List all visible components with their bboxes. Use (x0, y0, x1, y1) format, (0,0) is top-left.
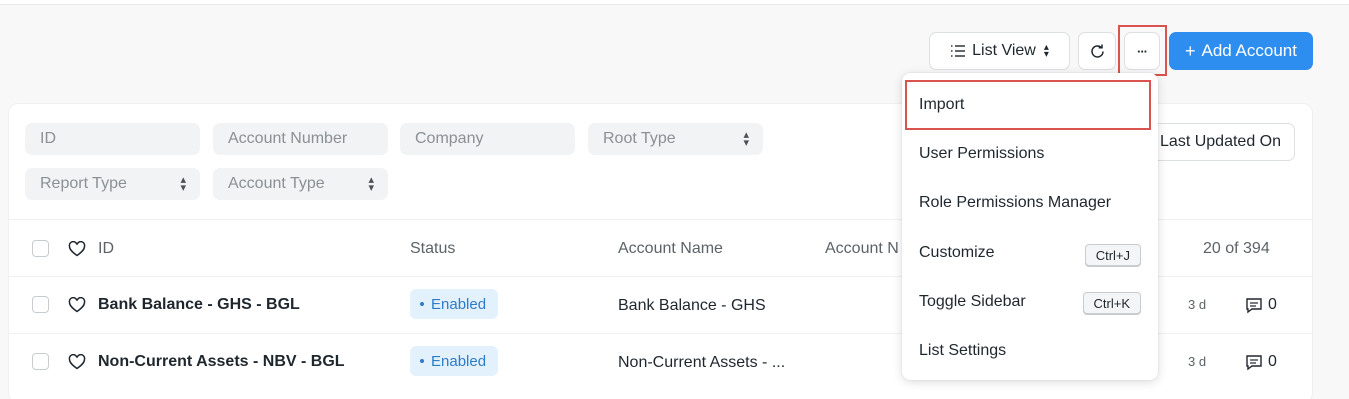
updown-icon: ▴ ▾ (368, 174, 374, 194)
heart-icon[interactable] (68, 241, 86, 257)
filter-id-placeholder: ID (40, 130, 56, 147)
shortcut-toggle-sidebar: Ctrl+K (1082, 292, 1141, 314)
row-checkbox[interactable] (32, 353, 49, 370)
filter-root-type[interactable]: Root Type ▴ ▾ (588, 123, 763, 155)
status-badge-label: Enabled (431, 352, 487, 370)
row-id-link[interactable]: Bank Balance - GHS - BGL (98, 296, 300, 314)
updown-icon: ▴ ▾ (180, 174, 186, 194)
filter-account-type-placeholder: Account Type (228, 175, 325, 192)
add-account-label: Add Account (1201, 41, 1297, 60)
updown-icon: ▴ ▾ (1043, 42, 1049, 60)
refresh-button[interactable] (1078, 32, 1116, 70)
row-id-link[interactable]: Non-Current Assets - NBV - BGL (98, 353, 345, 371)
sort-label: Last Updated On (1160, 133, 1281, 150)
status-badge-label: Enabled (431, 295, 487, 313)
list-icon (951, 45, 966, 57)
filter-report-type-placeholder: Report Type (40, 175, 127, 192)
header-id[interactable]: ID (98, 240, 114, 258)
heart-icon[interactable] (68, 354, 86, 370)
menu-item-customize[interactable]: Customize (919, 244, 995, 262)
highlight-more-button (1118, 25, 1167, 76)
menu-item-role-permissions-manager[interactable]: Role Permissions Manager (919, 194, 1111, 212)
menu-item-toggle-sidebar[interactable]: Toggle Sidebar (919, 293, 1026, 311)
filter-company[interactable]: Company (400, 123, 575, 155)
comment-icon (1246, 355, 1262, 371)
menu-item-list-settings[interactable]: List Settings (919, 342, 1006, 360)
filter-id[interactable]: ID (25, 123, 200, 155)
list-view-button[interactable]: List View ▴ ▾ (929, 32, 1070, 70)
row-modified: 3 d (1188, 297, 1207, 312)
highlight-import (905, 80, 1151, 130)
filter-account-number[interactable]: Account Number (213, 123, 388, 155)
select-all-checkbox[interactable] (32, 240, 49, 257)
row-checkbox[interactable] (32, 296, 49, 313)
record-count: 20 of 394 (1203, 240, 1270, 257)
add-account-button[interactable]: + Add Account (1169, 32, 1313, 70)
updown-icon: ▴ ▾ (743, 129, 749, 149)
refresh-icon (1090, 44, 1104, 58)
heart-icon[interactable] (68, 297, 86, 313)
header-account-number: Account N (825, 240, 899, 257)
plus-icon: + (1185, 40, 1196, 61)
filter-account-number-placeholder: Account Number (228, 130, 348, 147)
shortcut-customize: Ctrl+J (1084, 244, 1141, 266)
top-bar (0, 0, 1349, 5)
comment-icon (1246, 298, 1262, 314)
row-modified: 3 d (1188, 354, 1207, 369)
list-view-label: List View (972, 42, 1036, 59)
status-badge: Enabled (410, 289, 499, 319)
row-account-name: Non-Current Assets - ... (618, 354, 786, 371)
header-status: Status (410, 240, 456, 257)
sort-button[interactable]: Last Updated On (1140, 123, 1295, 161)
header-account-name: Account Name (618, 240, 723, 257)
status-dot (420, 359, 424, 363)
filter-account-type[interactable]: Account Type ▴ ▾ (213, 168, 388, 200)
menu-item-user-permissions[interactable]: User Permissions (919, 145, 1044, 163)
filter-company-placeholder: Company (415, 130, 484, 147)
status-dot (420, 302, 424, 306)
filter-root-type-placeholder: Root Type (603, 130, 676, 147)
status-badge: Enabled (410, 346, 499, 376)
row-account-name: Bank Balance - GHS (618, 297, 766, 314)
filter-report-type[interactable]: Report Type ▴ ▾ (25, 168, 200, 200)
row-comment-count: 0 (1268, 353, 1277, 370)
row-comment-count: 0 (1268, 296, 1277, 313)
